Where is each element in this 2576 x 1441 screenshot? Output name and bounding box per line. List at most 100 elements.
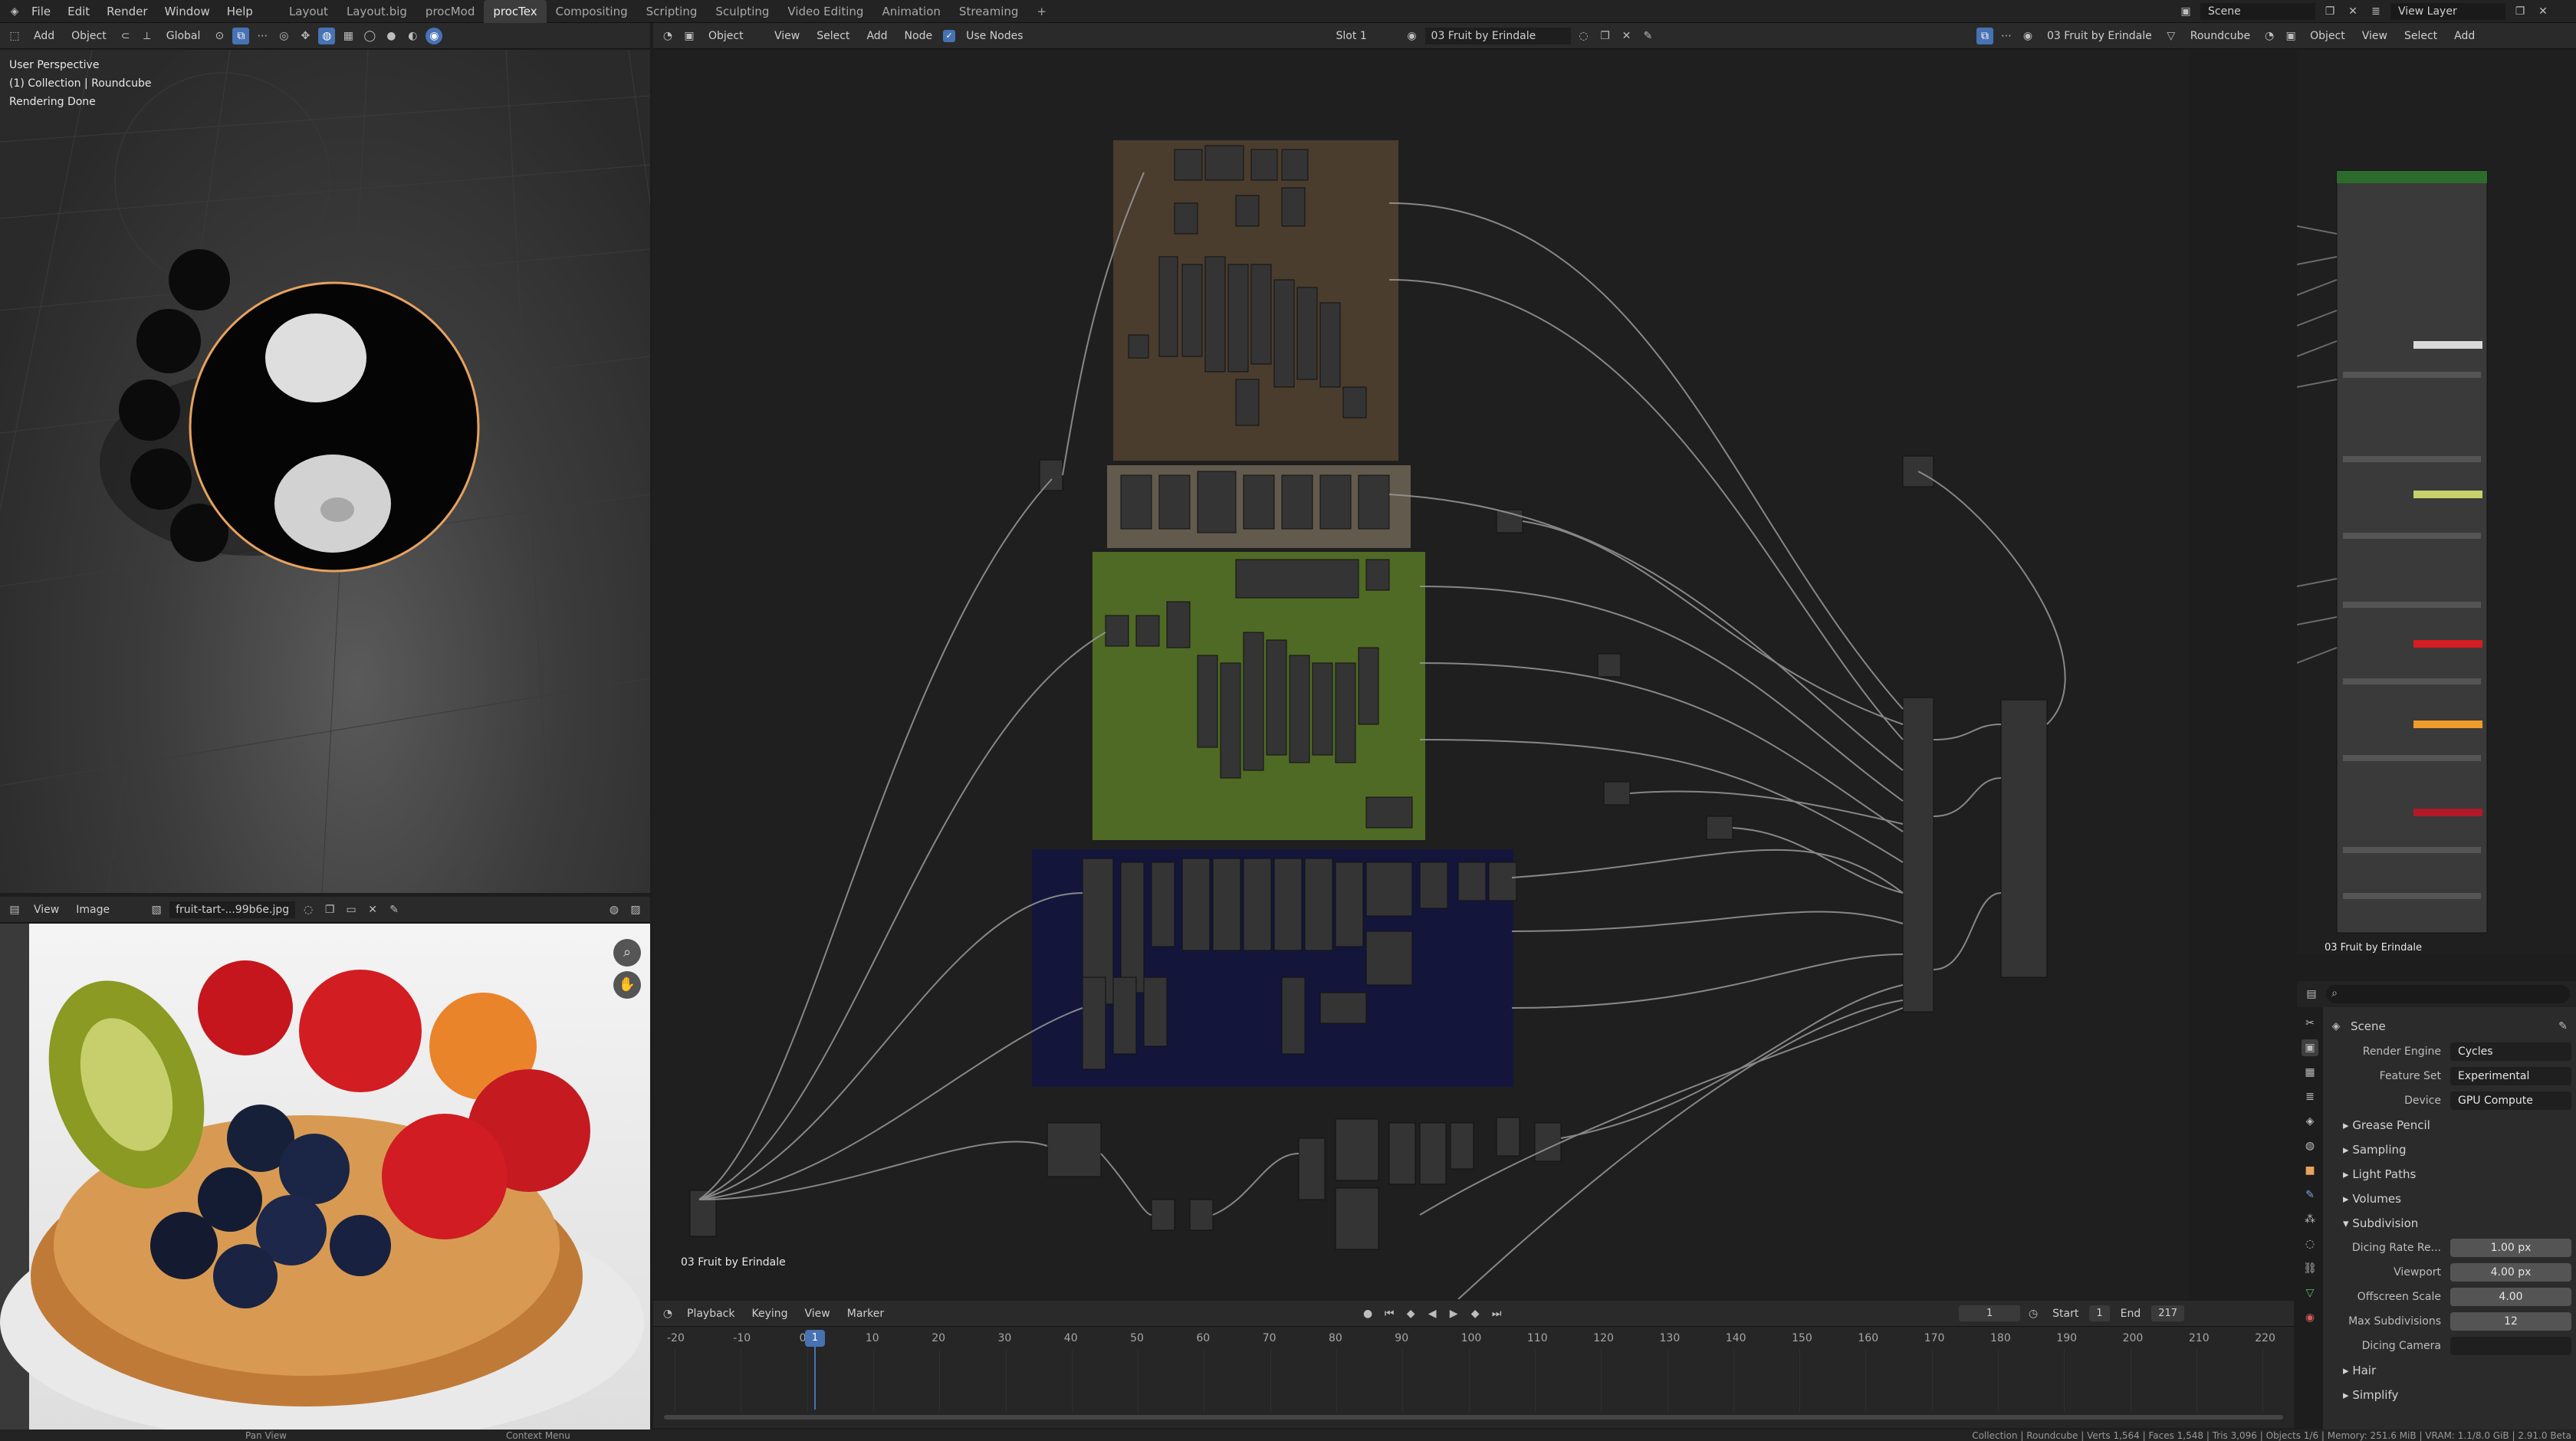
open-folder-icon[interactable]: ▭ xyxy=(343,901,360,918)
output-icon[interactable]: ▦ xyxy=(2302,1064,2318,1081)
world-icon[interactable]: ◍ xyxy=(2302,1137,2318,1154)
blender-logo-icon[interactable]: ◈ xyxy=(6,3,23,20)
tab-layout[interactable]: Layout xyxy=(280,0,337,23)
gizmo-icon[interactable]: ✥ xyxy=(297,28,314,44)
tab-sculpting[interactable]: Sculpting xyxy=(706,0,778,23)
menu-marker[interactable]: Marker xyxy=(841,1305,890,1322)
editor-type-icon[interactable]: ◔ xyxy=(659,28,676,44)
section-volumes[interactable]: ▸ Volumes xyxy=(2328,1187,2571,1211)
menu-view[interactable]: View xyxy=(2356,28,2394,44)
overlay-icon[interactable]: ◍ xyxy=(318,27,336,44)
copy-icon[interactable]: ❐ xyxy=(2321,3,2338,20)
shading-wire-icon[interactable]: ◯ xyxy=(361,28,378,44)
modifier-icon[interactable]: ✎ xyxy=(2302,1187,2318,1203)
pin-icon[interactable]: ✎ xyxy=(386,901,402,918)
device-dropdown[interactable]: GPU Compute xyxy=(2450,1091,2571,1110)
pivot-icon[interactable]: ⊙ xyxy=(211,28,228,44)
pin-icon[interactable]: ✎ xyxy=(1640,28,1657,44)
current-frame-field[interactable]: 1 xyxy=(1959,1305,2021,1321)
xray-icon[interactable]: ▦ xyxy=(340,28,356,44)
end-frame-field[interactable]: 217 xyxy=(2151,1305,2185,1321)
shading-material-icon[interactable]: ◐ xyxy=(404,28,421,44)
tab-streaming[interactable]: Streaming xyxy=(950,0,1027,23)
snap-target-icon[interactable]: ⋯ xyxy=(1998,28,2015,44)
dicing-camera-field[interactable] xyxy=(2450,1337,2571,1355)
jump-end-icon[interactable]: ⏭ xyxy=(1488,1305,1505,1322)
menu-edit[interactable]: Edit xyxy=(59,0,98,23)
constraints-icon[interactable]: ⛓ xyxy=(2302,1260,2318,1277)
dicing-rate-field[interactable]: 1.00 px xyxy=(2450,1239,2571,1257)
tab-animation[interactable]: Animation xyxy=(872,0,949,23)
material-icon[interactable]: ◉ xyxy=(2302,1309,2318,1326)
copy-icon[interactable]: ❐ xyxy=(1597,28,1614,44)
menu-keying[interactable]: Keying xyxy=(745,1305,794,1322)
close-icon[interactable]: ✕ xyxy=(1618,28,1635,44)
menu-add[interactable]: Add xyxy=(860,28,893,44)
next-key-icon[interactable]: ◆ xyxy=(1467,1305,1484,1322)
menu-view[interactable]: View xyxy=(28,901,65,918)
section-grease-pencil[interactable]: ▸ Grease Pencil xyxy=(2328,1113,2571,1137)
tab-proctex[interactable]: procTex xyxy=(484,0,547,23)
object-icon[interactable]: ■ xyxy=(2302,1162,2318,1179)
snap-icon[interactable]: ⧉ xyxy=(1976,27,1993,44)
offscreen-scale-field[interactable]: 4.00 xyxy=(2450,1288,2571,1306)
section-sampling[interactable]: ▸ Sampling xyxy=(2328,1137,2571,1162)
feature-set-dropdown[interactable]: Experimental xyxy=(2450,1067,2571,1085)
menu-view[interactable]: View xyxy=(768,28,806,44)
tab-layout-big[interactable]: Layout.big xyxy=(337,0,416,23)
copy-icon[interactable]: ❐ xyxy=(2512,3,2528,20)
jump-start-icon[interactable]: ⏮ xyxy=(1381,1305,1398,1322)
play-reverse-icon[interactable]: ◀ xyxy=(1424,1305,1441,1322)
display-channels-icon[interactable]: ▨ xyxy=(627,901,644,918)
right-material-label[interactable]: 03 Fruit by Erindale xyxy=(2041,28,2158,44)
menu-file[interactable]: File xyxy=(23,0,59,23)
link-icon[interactable]: ⊂ xyxy=(117,28,134,44)
physics-icon[interactable]: ◌ xyxy=(2302,1236,2318,1252)
menu-help[interactable]: Help xyxy=(219,0,261,23)
overlay-icon[interactable]: ◍ xyxy=(606,901,623,918)
right-object-label[interactable]: Roundcube xyxy=(2184,28,2256,44)
render-icon[interactable]: ▣ xyxy=(2302,1039,2318,1056)
use-nodes-checkbox[interactable]: ✓ xyxy=(943,29,956,42)
section-light-paths[interactable]: ▸ Light Paths xyxy=(2328,1162,2571,1187)
menu-node[interactable]: Node xyxy=(899,28,939,44)
menu-window[interactable]: Window xyxy=(156,0,219,23)
proportional-icon[interactable]: ◎ xyxy=(275,28,292,44)
fake-user-icon[interactable]: ◌ xyxy=(300,901,317,918)
menu-add[interactable]: Add xyxy=(28,28,61,44)
view-layer-selector[interactable]: View Layer xyxy=(2390,3,2505,20)
pan-hand-icon[interactable]: ✋ xyxy=(613,971,641,999)
section-hair[interactable]: ▸ Hair xyxy=(2328,1358,2571,1383)
tab-video-editing[interactable]: Video Editing xyxy=(778,0,872,23)
shader-type-dropdown[interactable]: Object xyxy=(702,28,764,44)
particles-icon[interactable]: ⁂ xyxy=(2302,1211,2318,1228)
scene-icon[interactable]: ◈ xyxy=(2302,1113,2318,1130)
orientation-dropdown[interactable]: Global xyxy=(160,28,207,44)
fake-user-icon[interactable]: ◌ xyxy=(1576,28,1592,44)
scene-selector[interactable]: Scene xyxy=(2200,3,2315,20)
group-node[interactable] xyxy=(2297,50,2576,954)
add-workspace-button[interactable]: + xyxy=(1027,0,1056,23)
timeline-scrollbar[interactable] xyxy=(664,1415,2283,1420)
max-subdivisions-field[interactable]: 12 xyxy=(2450,1312,2571,1331)
snap-icon[interactable]: ⧉ xyxy=(232,27,250,44)
new-image-icon[interactable]: ❐ xyxy=(321,901,338,918)
view-layer-icon[interactable]: ≣ xyxy=(2302,1088,2318,1105)
menu-render[interactable]: Render xyxy=(98,0,156,23)
start-frame-field[interactable]: 1 xyxy=(2089,1305,2110,1321)
menu-object[interactable]: Object xyxy=(65,28,113,44)
menu-image[interactable]: Image xyxy=(70,901,116,918)
close-icon[interactable]: ✕ xyxy=(364,901,381,918)
render-engine-dropdown[interactable]: Cycles xyxy=(2450,1042,2571,1061)
shading-solid-icon[interactable]: ● xyxy=(383,28,399,44)
editor-type-icon[interactable]: ▤ xyxy=(2303,986,2320,1003)
right-mode-dropdown[interactable]: Object xyxy=(2304,28,2351,44)
slot-dropdown[interactable]: Slot 1 xyxy=(1330,28,1399,44)
snap-target-icon[interactable]: ⋯ xyxy=(254,28,271,44)
zoom-icon[interactable]: ⌕ xyxy=(613,939,641,967)
properties-search[interactable]: ⌕ xyxy=(2326,985,2570,1003)
editor-type-icon[interactable]: ◔ xyxy=(2261,28,2278,44)
close-icon[interactable]: ✕ xyxy=(2535,3,2551,20)
tab-compositing[interactable]: Compositing xyxy=(547,0,637,23)
shading-rendered-icon[interactable]: ◉ xyxy=(426,27,443,44)
